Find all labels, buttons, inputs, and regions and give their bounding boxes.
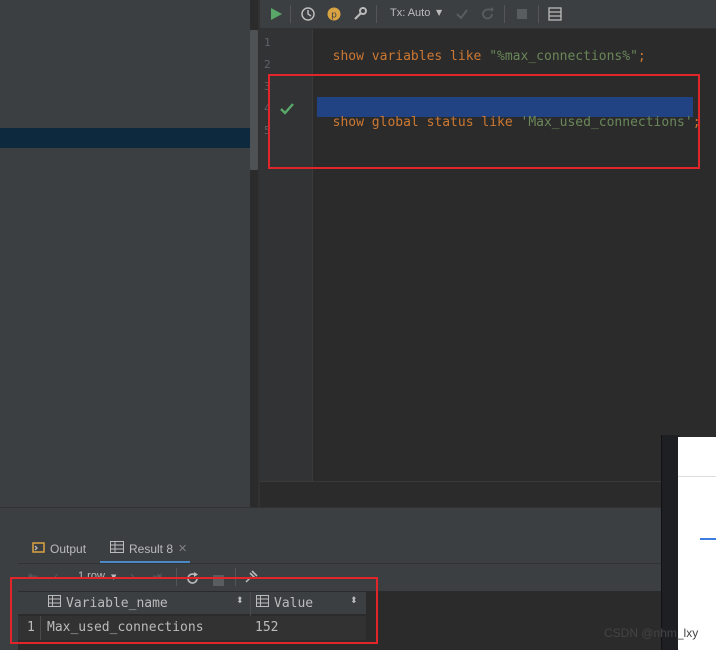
toolbar-separator bbox=[376, 5, 377, 23]
table-icon[interactable] bbox=[547, 6, 563, 22]
svg-text:p: p bbox=[331, 11, 337, 21]
project-selected-row[interactable] bbox=[0, 128, 258, 148]
p-badge-icon[interactable]: p bbox=[326, 6, 342, 22]
line-number: 2 bbox=[264, 58, 271, 71]
toolbar-separator bbox=[538, 5, 539, 23]
tx-mode-dropdown[interactable]: Tx: Auto bbox=[390, 7, 430, 19]
overlay-accent bbox=[700, 538, 716, 540]
tab-label: Output bbox=[50, 542, 87, 556]
code-token: "%max_connections%" bbox=[489, 49, 638, 64]
undo-icon bbox=[480, 6, 496, 22]
line-number: 1 bbox=[264, 36, 271, 49]
output-icon bbox=[32, 541, 45, 557]
code-token: ; bbox=[637, 49, 646, 64]
editor-scrollbar-area bbox=[260, 481, 716, 508]
clock-icon[interactable] bbox=[300, 6, 316, 22]
stop-icon bbox=[514, 6, 530, 22]
annotation-box bbox=[268, 74, 700, 169]
play-icon[interactable] bbox=[268, 6, 284, 22]
project-panel bbox=[0, 0, 250, 507]
tab-result[interactable]: Result 8 ✕ bbox=[110, 541, 187, 556]
tab-output[interactable]: Output bbox=[32, 541, 86, 557]
check-icon bbox=[454, 6, 470, 22]
services-header bbox=[0, 507, 716, 536]
toolbar-separator bbox=[290, 5, 291, 23]
close-icon[interactable]: ✕ bbox=[178, 542, 187, 555]
code-line-1[interactable]: show variables like "%max_connections%"; bbox=[317, 34, 646, 64]
overlay-window bbox=[678, 437, 716, 650]
editor-toolbar: p Tx: Auto ▼ bbox=[260, 0, 716, 29]
project-scrollbar[interactable] bbox=[250, 30, 258, 170]
table-icon bbox=[110, 541, 124, 556]
overlay-divider bbox=[678, 476, 716, 477]
overlay-window-edge bbox=[661, 435, 679, 650]
wrench-icon[interactable] bbox=[352, 6, 368, 22]
watermark: CSDN @nhm_lxy bbox=[604, 626, 699, 640]
tab-label: Result 8 bbox=[129, 541, 174, 556]
toolbar-separator bbox=[504, 5, 505, 23]
chevron-down-icon[interactable]: ▼ bbox=[436, 8, 442, 17]
annotation-box bbox=[10, 577, 378, 644]
code-token: show variables like bbox=[332, 49, 490, 64]
